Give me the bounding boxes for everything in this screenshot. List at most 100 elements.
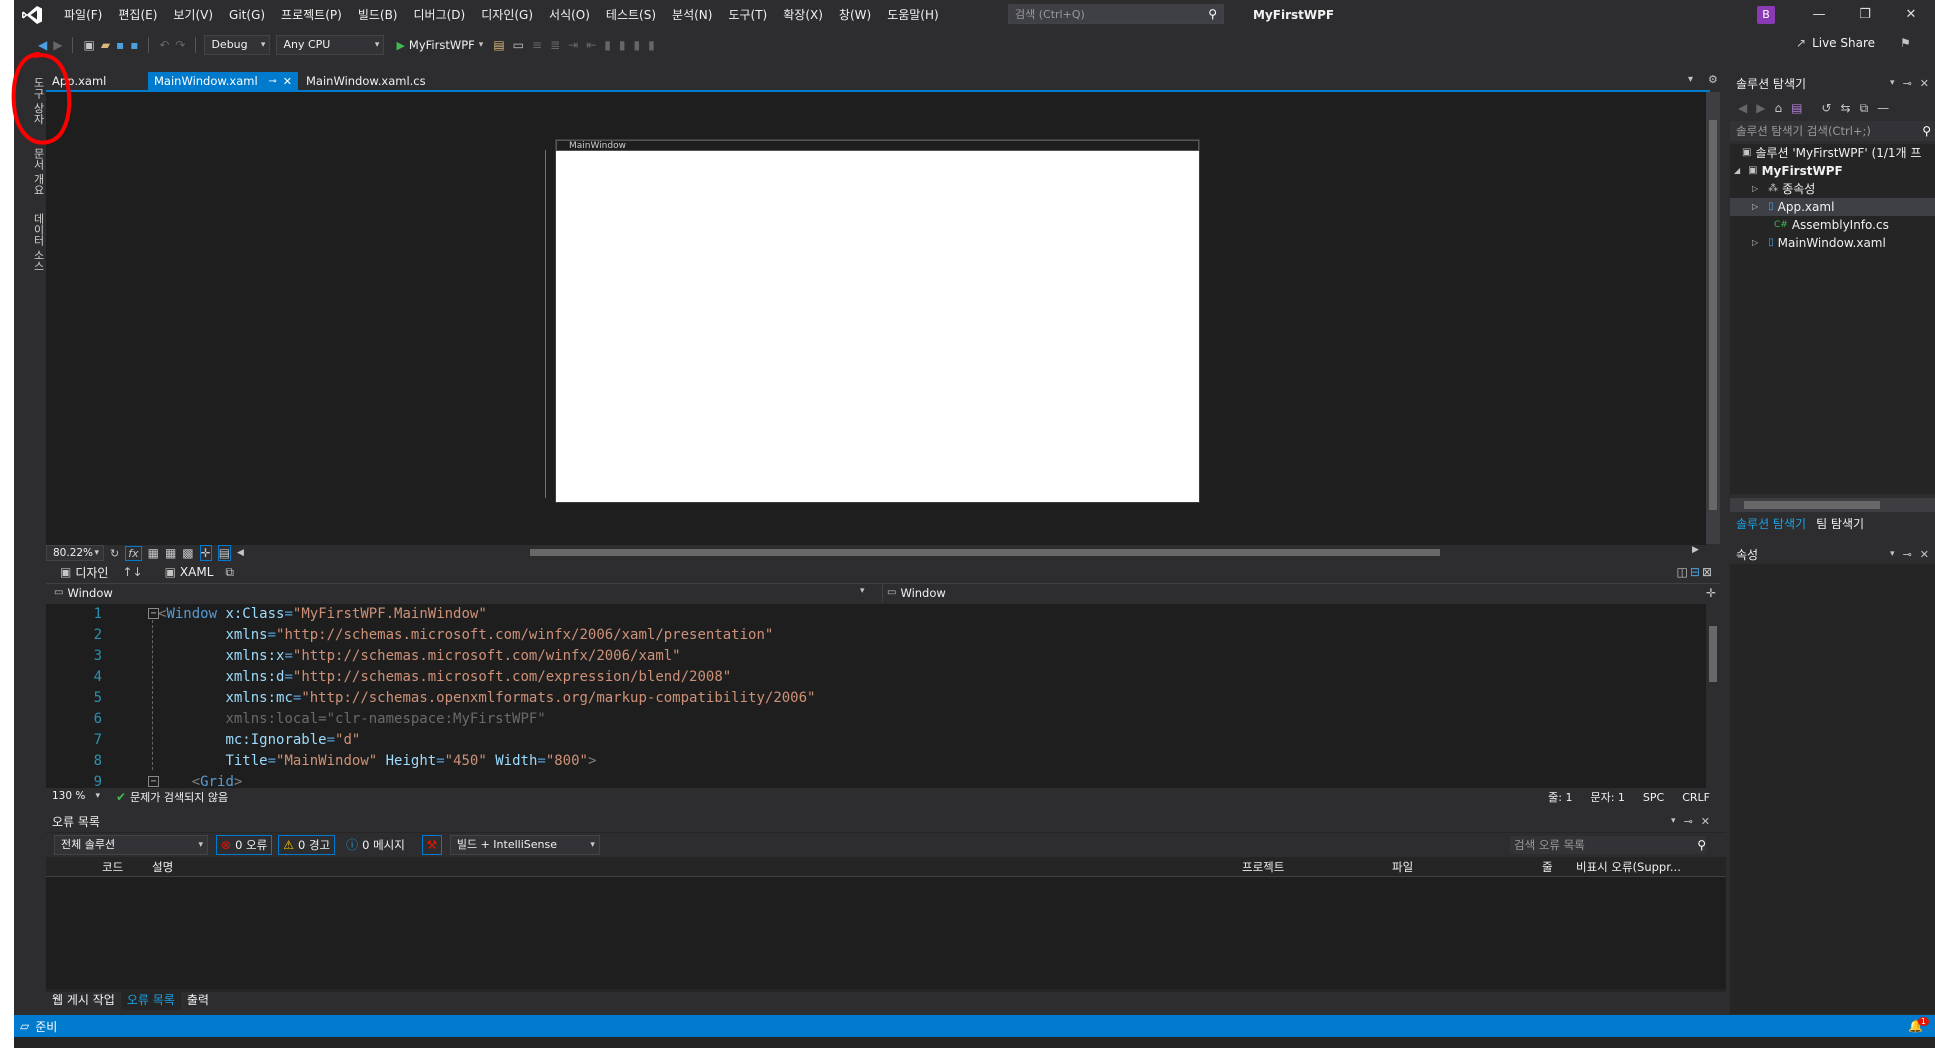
- uncomment-icon[interactable]: ≣: [550, 38, 560, 52]
- configuration-select[interactable]: Debug: [204, 35, 271, 55]
- gear-icon[interactable]: ⚙: [1708, 73, 1718, 86]
- document-outline-tab[interactable]: 문서 개요: [14, 142, 46, 202]
- data-sources-tab[interactable]: 데이터 소스: [14, 202, 46, 282]
- error-search-input[interactable]: 검색 오류 목록: [1510, 837, 1693, 853]
- undo-icon[interactable]: ↶: [159, 38, 169, 52]
- menu-item[interactable]: 프로젝트(P): [275, 0, 352, 30]
- menu-item[interactable]: Git(G): [223, 0, 275, 30]
- tree-item-solution[interactable]: ▣ 솔루션 'MyFirstWPF' (1/1개 프: [1742, 144, 1921, 162]
- tab-overflow-icon[interactable]: ▾: [1688, 74, 1693, 85]
- menu-item[interactable]: 편집(E): [112, 0, 167, 30]
- next-bookmark-icon[interactable]: ▮: [633, 38, 640, 52]
- tab-solution-explorer[interactable]: 솔루션 탐색기: [1736, 515, 1806, 532]
- solution-horizontal-scrollbar[interactable]: [1730, 498, 1935, 512]
- tab-web-publish[interactable]: 웹 게시 작업: [46, 990, 121, 1010]
- properties-icon[interactable]: —: [1877, 101, 1889, 115]
- menu-item[interactable]: 확장(X): [777, 0, 833, 30]
- save-all-icon[interactable]: ▪: [130, 38, 138, 52]
- minimize-button[interactable]: —: [1797, 0, 1841, 30]
- outdent-icon[interactable]: ⇤: [586, 38, 596, 52]
- wpf-window-preview[interactable]: MainWindow: [555, 139, 1200, 503]
- designer-horizontal-thumb[interactable]: [530, 549, 1440, 556]
- issues-indicator[interactable]: ✔ 문제가 검색되지 않음: [116, 789, 228, 805]
- prev-bookmark-icon[interactable]: ▮: [619, 38, 626, 52]
- collapse-pane-icon[interactable]: ⊠: [1702, 565, 1712, 579]
- clear-bookmarks-icon[interactable]: ▮: [648, 38, 655, 52]
- tree-item-dependencies[interactable]: ▷ ⁂ 종속성: [1752, 180, 1815, 198]
- tab-output[interactable]: 출력: [181, 990, 215, 1010]
- back-icon[interactable]: ◀: [1738, 101, 1747, 115]
- menu-item[interactable]: 도움말(H): [881, 0, 949, 30]
- xaml-code-editor[interactable]: 1 2 3 4 5 6 7 8 9 − − <Window x:Class="M…: [46, 604, 1706, 790]
- menu-item[interactable]: 테스트(S): [600, 0, 666, 30]
- filter-icon[interactable]: ⚒: [421, 835, 442, 855]
- save-icon[interactable]: ▪: [116, 38, 124, 52]
- browse-icon[interactable]: ▤: [493, 38, 504, 52]
- search-input[interactable]: 검색 (Ctrl+Q): [1015, 6, 1208, 22]
- tab-team-explorer[interactable]: 팀 탐색기: [1816, 515, 1864, 532]
- sync-icon[interactable]: ⇆: [1841, 101, 1851, 115]
- pin-icon[interactable]: ⊸: [1684, 815, 1693, 828]
- refresh-icon[interactable]: ↻: [110, 547, 119, 560]
- scroll-right-icon[interactable]: ▶: [1692, 545, 1699, 555]
- close-icon[interactable]: ✕: [1701, 815, 1710, 828]
- open-folder-icon[interactable]: ▰: [101, 38, 110, 52]
- add-split-icon[interactable]: ✛: [1706, 586, 1716, 600]
- feedback-icon[interactable]: ⚑: [1900, 36, 1911, 50]
- menu-item[interactable]: 파일(F): [58, 0, 112, 30]
- forward-icon[interactable]: ▶: [1756, 101, 1765, 115]
- column-project[interactable]: 프로젝트: [1242, 859, 1284, 875]
- menu-item[interactable]: 분석(N): [666, 0, 722, 30]
- avatar[interactable]: B: [1757, 6, 1775, 24]
- pin-icon[interactable]: ⊸: [1903, 77, 1912, 90]
- collapse-all-icon[interactable]: ⧉: [1860, 101, 1869, 116]
- tree-item-app-xaml[interactable]: ▷ ▯ App.xaml: [1730, 198, 1935, 216]
- chevron-down-icon[interactable]: ▾: [1671, 816, 1676, 826]
- snap-lines-icon[interactable]: ✛: [199, 545, 212, 561]
- screen-icon[interactable]: ▭: [513, 38, 524, 52]
- close-icon[interactable]: ✕: [1920, 77, 1929, 90]
- menu-item[interactable]: 창(W): [833, 0, 881, 30]
- redo-icon[interactable]: ↷: [175, 38, 185, 52]
- tree-item-mainwindow-xaml[interactable]: ▷ ▯ MainWindow.xaml: [1752, 234, 1886, 252]
- chevron-down-icon[interactable]: ▾: [1890, 78, 1895, 88]
- code-vertical-thumb[interactable]: [1709, 626, 1717, 682]
- menu-item[interactable]: 빌드(B): [352, 0, 408, 30]
- solution-horizontal-thumb[interactable]: [1744, 501, 1880, 509]
- zoom-select[interactable]: 80.22%: [46, 545, 104, 561]
- build-filter-select[interactable]: 빌드 + IntelliSense: [449, 835, 600, 855]
- messages-filter-button[interactable]: ⓘ 0 메시지: [341, 835, 410, 855]
- line-ending-indicator[interactable]: CRLF: [1682, 791, 1710, 804]
- popout-xaml-icon[interactable]: ⧉: [225, 565, 234, 580]
- solution-search-input[interactable]: 솔루션 탐색기 검색(Ctrl+;): [1736, 121, 1922, 141]
- error-search-box[interactable]: 검색 오류 목록 ⚲: [1510, 836, 1706, 854]
- tree-item-project[interactable]: ◢ ▣ MyFirstWPF: [1734, 162, 1843, 180]
- tab-mainwindow-xaml-cs[interactable]: MainWindow.xaml.cs: [300, 72, 432, 91]
- switch-views-icon[interactable]: ▤: [1791, 101, 1802, 115]
- chevron-down-icon[interactable]: ▾: [860, 586, 865, 596]
- navbar-right-select[interactable]: ▭ Window: [882, 584, 1707, 602]
- bookmark-icon[interactable]: ▮: [604, 38, 611, 52]
- errors-filter-button[interactable]: ⊗ 0 오류: [216, 835, 273, 855]
- artboard-icon[interactable]: ▩: [182, 546, 193, 560]
- menu-item[interactable]: 도구(T): [722, 0, 777, 30]
- column-line[interactable]: 줄: [1542, 859, 1553, 875]
- indent-icon[interactable]: ⇥: [568, 38, 578, 52]
- column-code[interactable]: 코드: [102, 859, 123, 875]
- code-vertical-scrollbar[interactable]: [1706, 604, 1720, 788]
- column-indicator[interactable]: 문자: 1: [1590, 789, 1624, 805]
- solution-search-box[interactable]: 솔루션 탐색기 검색(Ctrl+;) ⚲: [1730, 121, 1935, 141]
- snap-grid-icon[interactable]: ▦: [165, 546, 176, 560]
- vertical-split-icon[interactable]: ◫: [1677, 565, 1688, 579]
- pin-icon[interactable]: ⊸: [1903, 548, 1912, 561]
- menu-item[interactable]: 보기(V): [167, 0, 223, 30]
- search-box[interactable]: 검색 (Ctrl+Q) ⚲: [1008, 4, 1224, 24]
- restore-button[interactable]: ❐: [1843, 0, 1887, 30]
- notification-bell-icon[interactable]: 🔔 1: [1908, 1017, 1929, 1033]
- grid-icon[interactable]: ▦: [148, 546, 159, 560]
- scroll-left-icon[interactable]: ◀: [237, 548, 244, 558]
- close-window-button[interactable]: ✕: [1889, 0, 1933, 30]
- fx-button[interactable]: fx: [125, 545, 142, 561]
- close-icon[interactable]: ✕: [283, 72, 292, 91]
- menu-item[interactable]: 서식(O): [543, 0, 600, 30]
